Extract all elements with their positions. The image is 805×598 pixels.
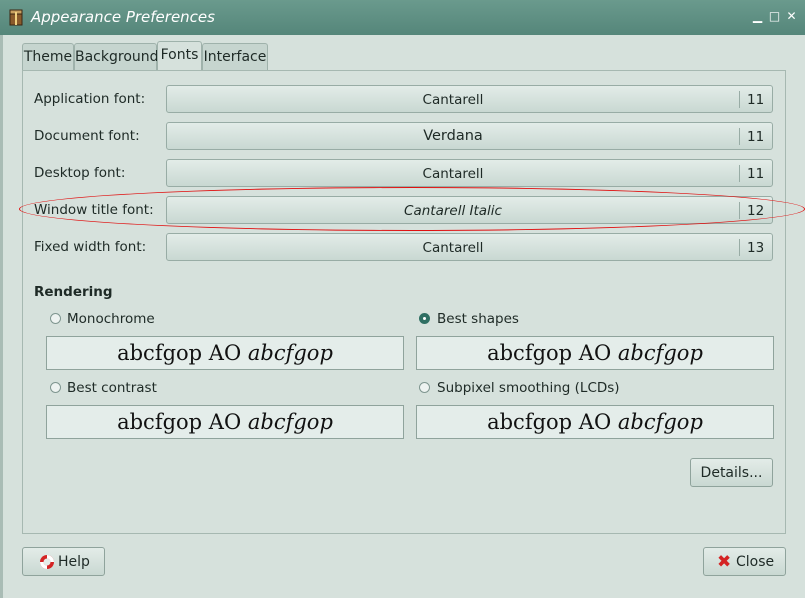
application-font-size: 11 [747,92,765,108]
help-lifebuoy-icon [40,555,54,569]
window-title: Appearance Preferences [31,8,215,26]
application-font-name: Cantarell [422,92,484,108]
document-font-label: Document font: [34,128,140,144]
sample-regular-text: abcfgop AO [117,341,248,365]
rendering-heading: Rendering [34,284,113,300]
details-button[interactable]: Details... [690,458,773,487]
divider [739,128,740,145]
help-button-label: Help [58,554,90,570]
application-font-label: Application font: [34,91,146,107]
monochrome-radio[interactable] [50,313,61,324]
tab-background[interactable]: Background [74,43,159,70]
best-contrast-radio[interactable] [50,382,61,393]
subpixel-smoothing-sample[interactable]: abcfgop AO abcfgop [416,405,774,439]
window-title-font-button[interactable]: Cantarell Italic 12 [166,196,773,224]
window-title-font-name: Cantarell Italic [404,203,502,219]
monochrome-label: Monochrome [67,311,155,327]
help-button[interactable]: Help [22,547,105,576]
sample-italic-text: abcfgop [247,341,333,365]
best-shapes-radio[interactable] [419,313,430,324]
best-shapes-sample[interactable]: abcfgop AO abcfgop [416,336,774,370]
divider [739,239,740,256]
title-bar: Appearance Preferences ▁ □ ✕ [0,0,805,35]
divider [739,165,740,182]
fixed-width-font-label: Fixed width font: [34,239,147,255]
close-button[interactable]: ✖ Close [703,547,786,576]
divider [739,91,740,108]
monochrome-sample[interactable]: abcfgop AO abcfgop [46,336,404,370]
sample-italic-text: abcfgop [617,410,703,434]
window-title-font-size: 12 [747,203,765,219]
sample-italic-text: abcfgop [247,410,333,434]
tab-fonts[interactable]: Fonts [157,41,202,70]
sample-italic-text: abcfgop [617,341,703,365]
desktop-font-label: Desktop font: [34,165,126,181]
close-button-label: Close [736,554,775,570]
fixed-width-font-name: Cantarell [422,240,484,256]
document-font-name: Verdana [423,128,483,144]
desktop-font-name: Cantarell [422,166,484,182]
tab-interface[interactable]: Interface [202,43,268,70]
window-frame [0,35,3,598]
desktop-font-button[interactable]: Cantarell 11 [166,159,773,187]
best-shapes-label: Best shapes [437,311,519,327]
divider [739,202,740,219]
sample-regular-text: abcfgop AO [487,410,618,434]
fixed-width-font-button[interactable]: Cantarell 13 [166,233,773,261]
fixed-width-font-size: 13 [747,240,765,256]
document-font-size: 11 [747,129,765,145]
window-title-font-label: Window title font: [34,202,154,218]
tab-theme[interactable]: Theme [22,43,74,70]
maximize-icon[interactable]: □ [768,10,781,23]
best-contrast-sample[interactable]: abcfgop AO abcfgop [46,405,404,439]
subpixel-smoothing-label: Subpixel smoothing (LCDs) [437,380,620,396]
close-window-icon[interactable]: ✕ [785,10,798,23]
minimize-icon[interactable]: ▁ [751,10,764,23]
document-font-button[interactable]: Verdana 11 [166,122,773,150]
application-font-button[interactable]: Cantarell 11 [166,85,773,113]
best-contrast-label: Best contrast [67,380,157,396]
details-button-label: Details... [700,465,763,481]
desktop-font-size: 11 [747,166,765,182]
sample-regular-text: abcfgop AO [117,410,248,434]
sample-regular-text: abcfgop AO [487,341,618,365]
subpixel-smoothing-radio[interactable] [419,382,430,393]
appearance-app-icon [9,9,23,26]
close-x-icon: ✖ [717,552,732,572]
